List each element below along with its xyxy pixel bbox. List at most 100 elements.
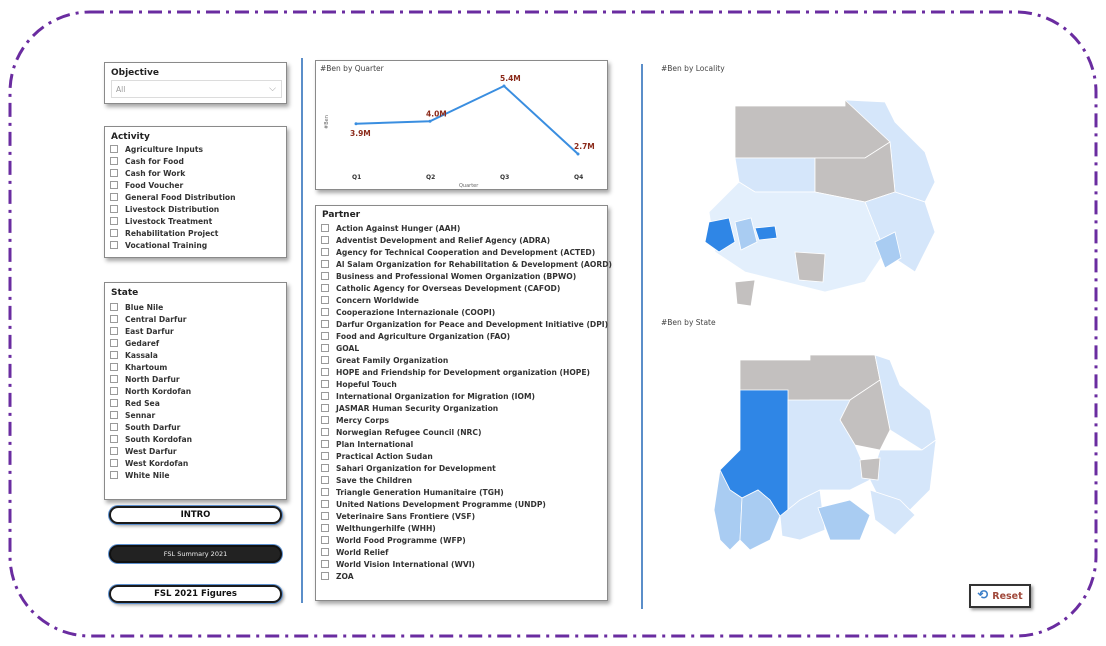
checkbox[interactable] — [321, 500, 329, 508]
checkbox[interactable] — [321, 512, 329, 520]
checkbox[interactable] — [110, 423, 118, 431]
state-option[interactable]: White Nile — [110, 469, 192, 481]
checkbox[interactable] — [110, 363, 118, 371]
checkbox[interactable] — [321, 356, 329, 364]
checkbox[interactable] — [321, 248, 329, 256]
activity-option[interactable]: Cash for Work — [110, 167, 236, 179]
checkbox[interactable] — [110, 229, 118, 237]
partner-option[interactable]: Cooperazione Internazionale (COOPI) — [321, 306, 612, 318]
activity-option[interactable]: Rehabilitation Project — [110, 227, 236, 239]
activity-option[interactable]: Livestock Distribution — [110, 203, 236, 215]
map-state[interactable] — [817, 499, 871, 541]
activity-option[interactable]: Food Voucher — [110, 179, 236, 191]
state-option[interactable]: West Darfur — [110, 445, 192, 457]
checkbox[interactable] — [110, 339, 118, 347]
checkbox[interactable] — [321, 272, 329, 280]
partner-option[interactable]: Plan International — [321, 438, 612, 450]
state-option[interactable]: South Kordofan — [110, 433, 192, 445]
partner-option[interactable]: Food and Agriculture Organization (FAO) — [321, 330, 612, 342]
checkbox[interactable] — [110, 157, 118, 165]
intro-button[interactable]: INTRO — [109, 506, 282, 524]
checkbox[interactable] — [321, 344, 329, 352]
state-option[interactable]: Kassala — [110, 349, 192, 361]
partner-option[interactable]: Mercy Corps — [321, 414, 612, 426]
checkbox[interactable] — [110, 315, 118, 323]
checkbox[interactable] — [321, 440, 329, 448]
checkbox[interactable] — [110, 193, 118, 201]
partner-option[interactable]: GOAL — [321, 342, 612, 354]
checkbox[interactable] — [110, 411, 118, 419]
partner-option[interactable]: Hopeful Touch — [321, 378, 612, 390]
state-option[interactable]: Central Darfur — [110, 313, 192, 325]
checkbox[interactable] — [321, 404, 329, 412]
partner-option[interactable]: International Organization for Migration… — [321, 390, 612, 402]
state-option[interactable]: Sennar — [110, 409, 192, 421]
checkbox[interactable] — [321, 320, 329, 328]
partner-option[interactable]: Sahari Organization for Development — [321, 462, 612, 474]
checkbox[interactable] — [110, 447, 118, 455]
checkbox[interactable] — [321, 284, 329, 292]
locality-map[interactable] — [695, 82, 985, 312]
partner-option[interactable]: Darfur Organization for Peace and Develo… — [321, 318, 612, 330]
partner-option[interactable]: World Food Programme (WFP) — [321, 534, 612, 546]
checkbox[interactable] — [321, 488, 329, 496]
activity-option[interactable]: Vocational Training — [110, 239, 236, 251]
partner-option[interactable]: HOPE and Friendship for Development orga… — [321, 366, 612, 378]
activity-option[interactable]: Cash for Food — [110, 155, 236, 167]
objective-dropdown[interactable]: All ⌵ — [111, 80, 282, 98]
checkbox[interactable] — [321, 380, 329, 388]
checkbox[interactable] — [321, 452, 329, 460]
partner-option[interactable]: Agency for Technical Cooperation and Dev… — [321, 246, 612, 258]
state-option[interactable]: East Darfur — [110, 325, 192, 337]
checkbox[interactable] — [321, 524, 329, 532]
partner-option[interactable]: Business and Professional Women Organiza… — [321, 270, 612, 282]
checkbox[interactable] — [321, 572, 329, 580]
checkbox[interactable] — [110, 375, 118, 383]
checkbox[interactable] — [110, 327, 118, 335]
map-region[interactable] — [794, 251, 826, 283]
checkbox[interactable] — [110, 241, 118, 249]
checkbox[interactable] — [110, 181, 118, 189]
activity-option[interactable]: Livestock Treatment — [110, 215, 236, 227]
state-option[interactable]: Khartoum — [110, 361, 192, 373]
checkbox[interactable] — [321, 332, 329, 340]
checkbox[interactable] — [321, 560, 329, 568]
partner-option[interactable]: World Vision International (WVI) — [321, 558, 612, 570]
partner-option[interactable]: Action Against Hunger (AAH) — [321, 222, 612, 234]
checkbox[interactable] — [110, 145, 118, 153]
checkbox[interactable] — [321, 260, 329, 268]
partner-option[interactable]: Welthungerhilfe (WHH) — [321, 522, 612, 534]
checkbox[interactable] — [321, 464, 329, 472]
checkbox[interactable] — [110, 399, 118, 407]
checkbox[interactable] — [321, 392, 329, 400]
partner-option[interactable]: Triangle Generation Humanitaire (TGH) — [321, 486, 612, 498]
checkbox[interactable] — [321, 236, 329, 244]
partner-option[interactable]: Catholic Agency for Overseas Development… — [321, 282, 612, 294]
state-option[interactable]: North Darfur — [110, 373, 192, 385]
checkbox[interactable] — [321, 308, 329, 316]
checkbox[interactable] — [321, 476, 329, 484]
checkbox[interactable] — [110, 169, 118, 177]
activity-option[interactable]: General Food Distribution — [110, 191, 236, 203]
partner-option[interactable]: Great Family Organization — [321, 354, 612, 366]
checkbox[interactable] — [110, 387, 118, 395]
partner-option[interactable]: Norwegian Refugee Council (NRC) — [321, 426, 612, 438]
partner-option[interactable]: Adventist Development and Relief Agency … — [321, 234, 612, 246]
partner-option[interactable]: United Nations Development Programme (UN… — [321, 498, 612, 510]
fsl-summary-button[interactable]: FSL Summary 2021 — [109, 545, 282, 563]
state-option[interactable]: Blue Nile — [110, 301, 192, 313]
checkbox[interactable] — [110, 351, 118, 359]
partner-option[interactable]: Save the Children — [321, 474, 612, 486]
map-region[interactable] — [734, 279, 756, 307]
partner-option[interactable]: Concern Worldwide — [321, 294, 612, 306]
checkbox[interactable] — [321, 548, 329, 556]
fsl-figures-button[interactable]: FSL 2021 Figures — [109, 585, 282, 603]
partner-option[interactable]: JASMAR Human Security Organization — [321, 402, 612, 414]
checkbox[interactable] — [321, 368, 329, 376]
state-map[interactable] — [700, 340, 970, 580]
partner-option[interactable]: ZOA — [321, 570, 612, 582]
checkbox[interactable] — [110, 217, 118, 225]
checkbox[interactable] — [110, 459, 118, 467]
map-region[interactable] — [754, 225, 778, 241]
map-state[interactable] — [859, 457, 881, 481]
